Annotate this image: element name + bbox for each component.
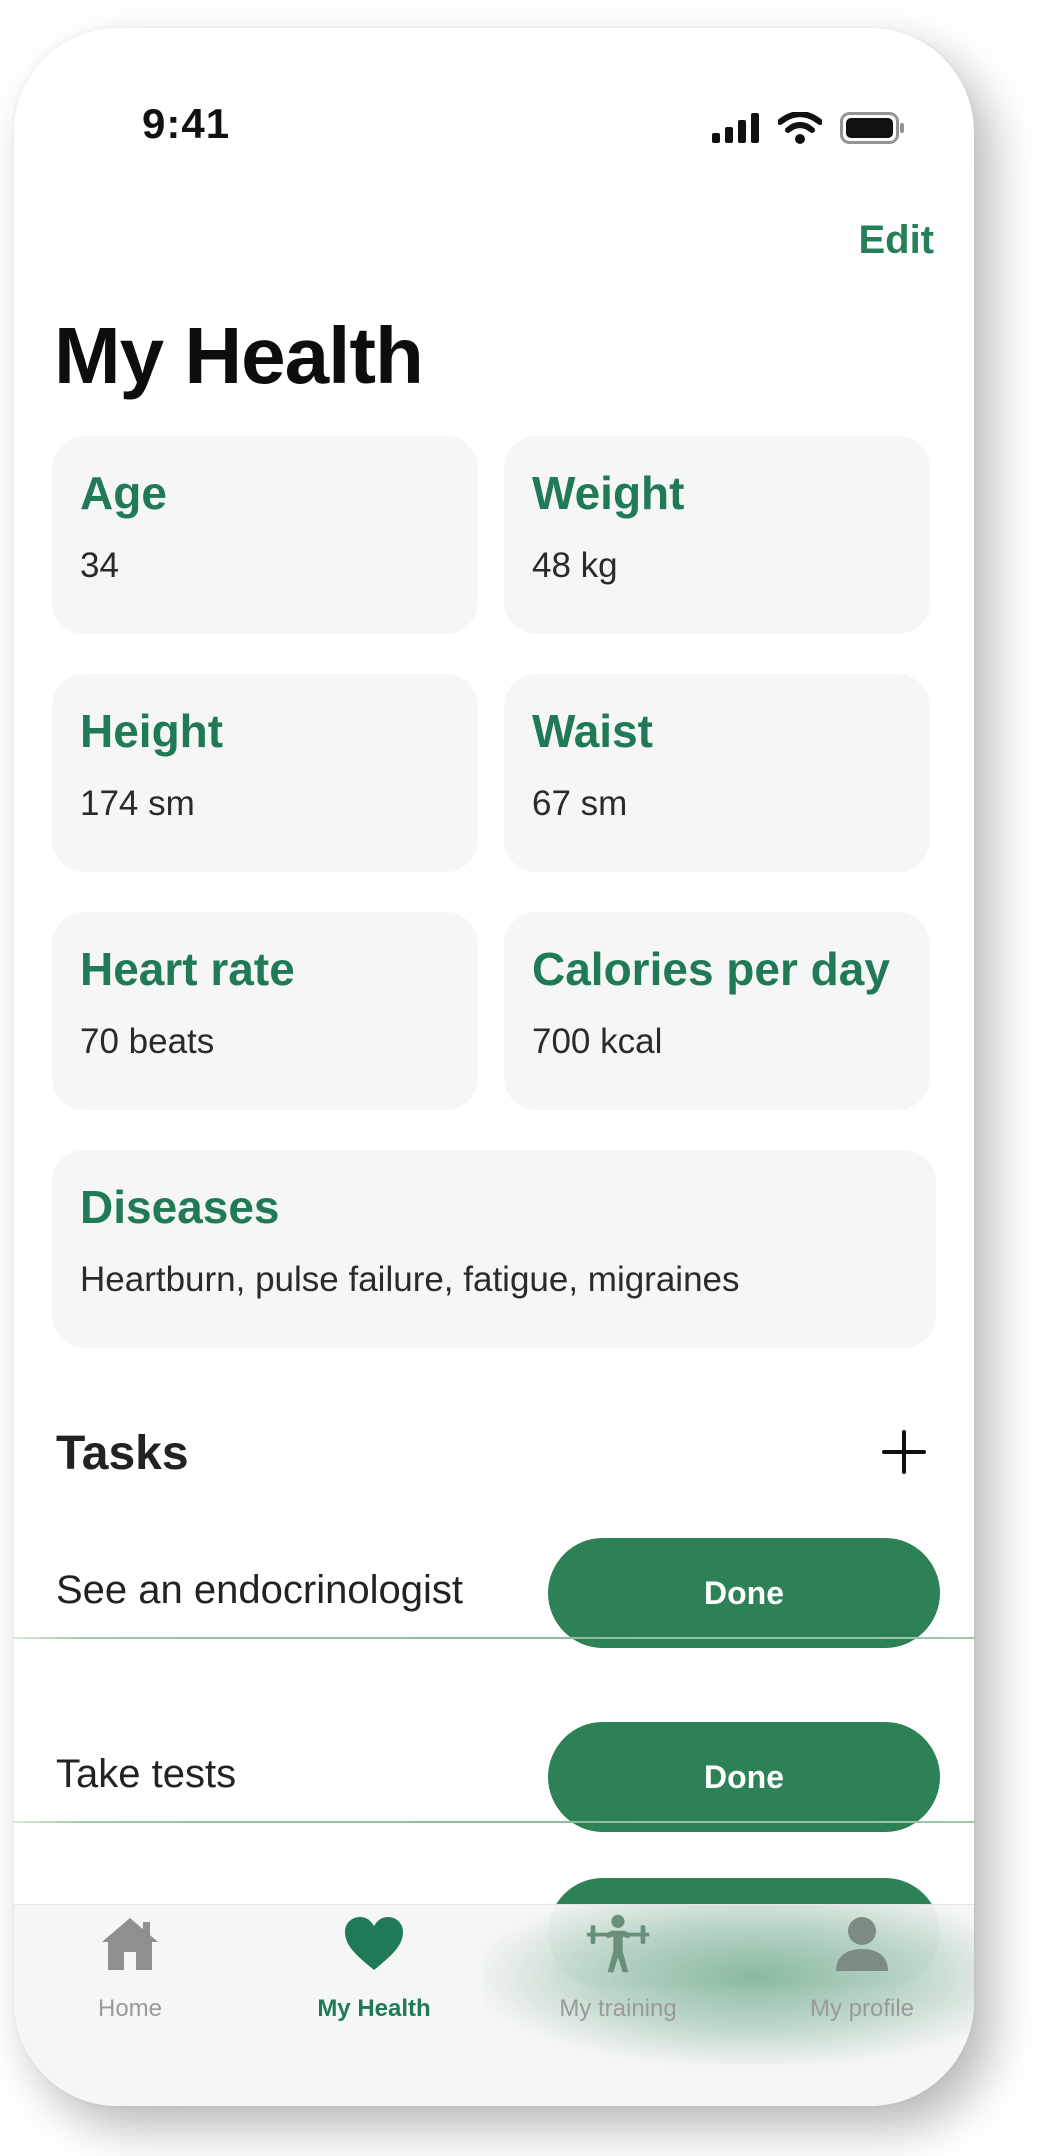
- card-value: 34: [80, 546, 119, 585]
- weight-card[interactable]: Weight 48 kg: [504, 436, 930, 634]
- page-title: My Health: [54, 311, 424, 400]
- wifi-icon: [778, 112, 822, 144]
- tab-my-profile[interactable]: My profile: [762, 1913, 962, 2033]
- tab-bar: Home My Health My training My profile: [14, 1904, 974, 2106]
- card-value: 48 kg: [532, 546, 618, 585]
- phone-screen: 9:41 Edit My Health Age 34 Weight 48 kg …: [14, 28, 974, 2106]
- task-label: Take tests: [56, 1752, 237, 1796]
- card-title: Waist: [532, 705, 653, 757]
- card-value: Heartburn, pulse failure, fatigue, migra…: [80, 1260, 740, 1299]
- card-value: 174 sm: [80, 784, 195, 823]
- card-value: 700 kcal: [532, 1022, 663, 1061]
- card-value: 70 beats: [80, 1022, 215, 1061]
- heart-icon: [341, 1913, 407, 1975]
- card-title: Weight: [532, 467, 685, 519]
- add-task-button[interactable]: [878, 1426, 930, 1478]
- tasks-heading: Tasks: [56, 1427, 189, 1480]
- card-title: Height: [80, 705, 224, 757]
- battery-icon: [840, 112, 904, 144]
- tab-my-training[interactable]: My training: [518, 1913, 718, 2033]
- tab-label: My profile: [809, 1995, 915, 2022]
- status-time: 9:41: [142, 100, 231, 147]
- tab-home[interactable]: Home: [30, 1913, 230, 2033]
- divider: [14, 1821, 974, 1823]
- task-row: Take tests Done: [14, 1700, 974, 1886]
- card-title: Calories per day: [532, 943, 890, 995]
- card-value: 67 sm: [532, 784, 628, 823]
- card-title: Heart rate: [80, 943, 295, 995]
- barbell-icon: [585, 1913, 651, 1975]
- task-label: See an endocrinologist: [56, 1568, 463, 1612]
- task-row: See an endocrinologist Done: [14, 1516, 974, 1702]
- edit-button[interactable]: Edit: [858, 218, 934, 263]
- card-title: Age: [80, 467, 167, 519]
- divider: [14, 1637, 974, 1639]
- tab-label: My training: [559, 1995, 677, 2022]
- status-icons: [712, 112, 906, 144]
- tab-my-health[interactable]: My Health: [274, 1913, 474, 2033]
- home-icon: [97, 1913, 163, 1975]
- height-card[interactable]: Height 174 sm: [52, 674, 478, 872]
- age-card[interactable]: Age 34: [52, 436, 478, 634]
- done-button[interactable]: Done: [548, 1722, 940, 1832]
- done-button[interactable]: Done: [548, 1538, 940, 1648]
- heart-rate-card[interactable]: Heart rate 70 beats: [52, 912, 478, 1110]
- calories-card[interactable]: Calories per day 700 kcal: [504, 912, 930, 1110]
- card-title: Diseases: [80, 1181, 280, 1233]
- tab-label: My Health: [317, 1995, 431, 2022]
- diseases-card[interactable]: Diseases Heartburn, pulse failure, fatig…: [52, 1150, 936, 1348]
- cellular-signal-icon: [712, 113, 759, 143]
- person-icon: [829, 1913, 895, 1975]
- tab-label: Home: [97, 1995, 163, 2022]
- waist-card[interactable]: Waist 67 sm: [504, 674, 930, 872]
